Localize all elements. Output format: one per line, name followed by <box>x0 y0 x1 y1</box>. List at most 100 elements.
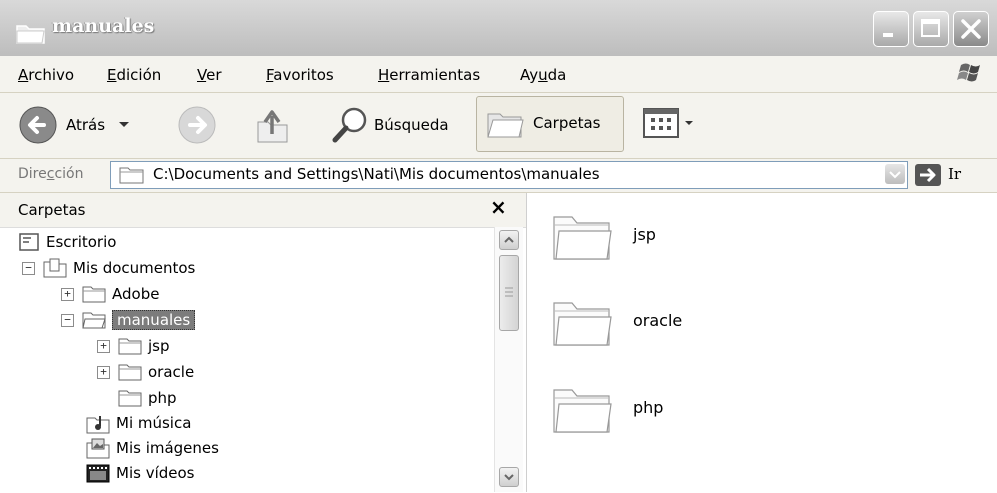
go-button[interactable] <box>914 163 942 187</box>
scroll-up-button[interactable] <box>499 230 519 250</box>
folder-icon <box>119 166 145 188</box>
close-pane-button[interactable]: × <box>490 195 507 219</box>
maximize-button[interactable] <box>913 11 949 47</box>
scroll-thumb[interactable] <box>499 255 519 331</box>
content-pane: jsp oracle php <box>527 193 997 492</box>
tree-item-manuales[interactable]: − manuales <box>61 308 196 332</box>
menu-label-rest: da <box>547 66 567 84</box>
menu-bar: Archivo Edición Ver Favoritos Herramient… <box>0 56 997 93</box>
dropdown-arrow-icon[interactable] <box>117 120 131 130</box>
menu-accesskey: H <box>378 66 390 84</box>
tree-item-label-selected: manuales <box>112 310 196 330</box>
folders-icon <box>487 113 524 138</box>
folder-item-label: jsp <box>633 224 656 244</box>
folders-scrollbar[interactable] <box>494 227 523 492</box>
address-value: C:\Documents and Settings\Nati\Mis docum… <box>153 165 600 183</box>
menu-herramientas[interactable]: Herramientas <box>378 66 480 84</box>
menu-label-rest: erramientas <box>389 66 481 84</box>
toolbar: Atrás Búsqueda Carpetas <box>0 92 997 159</box>
tree-item-mi-musica[interactable]: Mi música <box>86 411 191 435</box>
pictures-folder-icon <box>86 438 110 459</box>
menu-label-prefix: Ay <box>520 66 539 84</box>
tree-item-label: Mis vídeos <box>116 464 195 482</box>
folders-button[interactable]: Carpetas <box>476 96 624 152</box>
maximize-icon <box>921 19 940 37</box>
menu-accesskey: V <box>197 66 207 84</box>
minimize-icon <box>883 33 893 37</box>
menu-accesskey: A <box>18 66 29 84</box>
expand-toggle-icon[interactable]: + <box>97 339 110 353</box>
folder-item-oracle[interactable]: oracle <box>551 291 682 349</box>
folders-pane-title: Carpetas <box>18 201 86 219</box>
tree-item-label: jsp <box>148 337 170 355</box>
menu-label-rest: avoritos <box>273 66 334 84</box>
folder-item-jsp[interactable]: jsp <box>551 205 656 263</box>
back-arrow-icon <box>19 106 57 144</box>
address-label: Dirección <box>18 166 83 182</box>
tree-item-mis-documentos[interactable]: − Mis documentos <box>22 256 195 280</box>
address-dropdown-button[interactable] <box>885 164 905 184</box>
tree-item-escritorio[interactable]: Escritorio <box>18 230 116 254</box>
tree-item-label: Mis imágenes <box>116 439 219 457</box>
search-button[interactable]: Búsqueda <box>330 105 449 145</box>
folder-icon <box>553 216 612 260</box>
go-label[interactable]: Ir <box>948 165 961 183</box>
collapse-toggle-icon[interactable]: − <box>61 313 74 327</box>
desktop-icon <box>19 233 39 251</box>
expand-toggle-icon[interactable]: + <box>61 287 74 301</box>
menu-edicion[interactable]: Edición <box>107 66 161 84</box>
menu-label-rest: dición <box>116 66 162 84</box>
tree-item-mis-videos[interactable]: Mis vídeos <box>86 461 194 485</box>
tree-item-jsp[interactable]: + jsp <box>97 334 170 358</box>
folder-item-label: oracle <box>633 310 683 330</box>
tree-item-label: oracle <box>148 363 195 381</box>
tree-item-oracle[interactable]: + oracle <box>97 360 194 384</box>
tree-item-label: Escritorio <box>46 233 117 251</box>
tree-item-mis-imagenes[interactable]: Mis imágenes <box>86 436 219 460</box>
explorer-window: manuales Archivo Edición Ver Favoritos H… <box>0 0 997 492</box>
minimize-button[interactable] <box>873 11 909 47</box>
back-button[interactable]: Atrás <box>18 105 131 145</box>
music-folder-icon <box>86 416 110 434</box>
folder-icon <box>553 389 612 433</box>
menu-favoritos[interactable]: Favoritos <box>266 66 334 84</box>
title-bar[interactable]: manuales <box>0 0 997 56</box>
search-icon <box>332 107 367 143</box>
folder-icon <box>118 364 142 381</box>
close-button[interactable] <box>953 11 989 47</box>
up-folder-button[interactable] <box>254 104 292 146</box>
folder-icon <box>82 286 106 303</box>
open-folder-icon <box>82 312 106 329</box>
window-controls <box>873 11 989 47</box>
expand-toggle-icon[interactable]: + <box>97 365 110 379</box>
views-button[interactable] <box>642 107 694 139</box>
menu-ver[interactable]: Ver <box>197 66 222 84</box>
close-icon <box>961 19 981 39</box>
windows-logo-icon <box>957 60 983 90</box>
tree-item-label: Mis documentos <box>73 259 196 277</box>
forward-button[interactable] <box>177 105 217 145</box>
dropdown-arrow-icon <box>685 121 693 125</box>
go-arrow-icon <box>915 164 941 186</box>
scroll-down-button[interactable] <box>499 467 519 487</box>
menu-ayuda[interactable]: Ayuda <box>520 66 566 84</box>
address-input[interactable]: C:\Documents and Settings\Nati\Mis docum… <box>110 161 908 189</box>
address-label-post: ción <box>54 166 84 182</box>
documents-folder-icon <box>43 258 67 278</box>
folder-item-php[interactable]: php <box>551 378 663 436</box>
chevron-up-icon <box>504 236 514 243</box>
folder-item-label: php <box>633 397 664 417</box>
views-grid-icon <box>643 108 679 138</box>
menu-label-rest: er <box>206 66 222 84</box>
tree-item-adobe[interactable]: + Adobe <box>61 282 159 306</box>
tree-item-php[interactable]: php <box>118 386 177 410</box>
address-bar: Dirección C:\Documents and Settings\Nati… <box>0 158 997 193</box>
window-title: manuales <box>52 15 155 37</box>
forward-arrow-icon <box>178 106 216 144</box>
collapse-toggle-icon[interactable]: − <box>22 261 35 275</box>
videos-folder-icon <box>86 464 110 483</box>
folders-label: Carpetas <box>533 114 601 132</box>
folder-icon <box>16 22 46 48</box>
menu-archivo[interactable]: Archivo <box>18 66 74 84</box>
menu-label-rest: rchivo <box>28 66 75 84</box>
